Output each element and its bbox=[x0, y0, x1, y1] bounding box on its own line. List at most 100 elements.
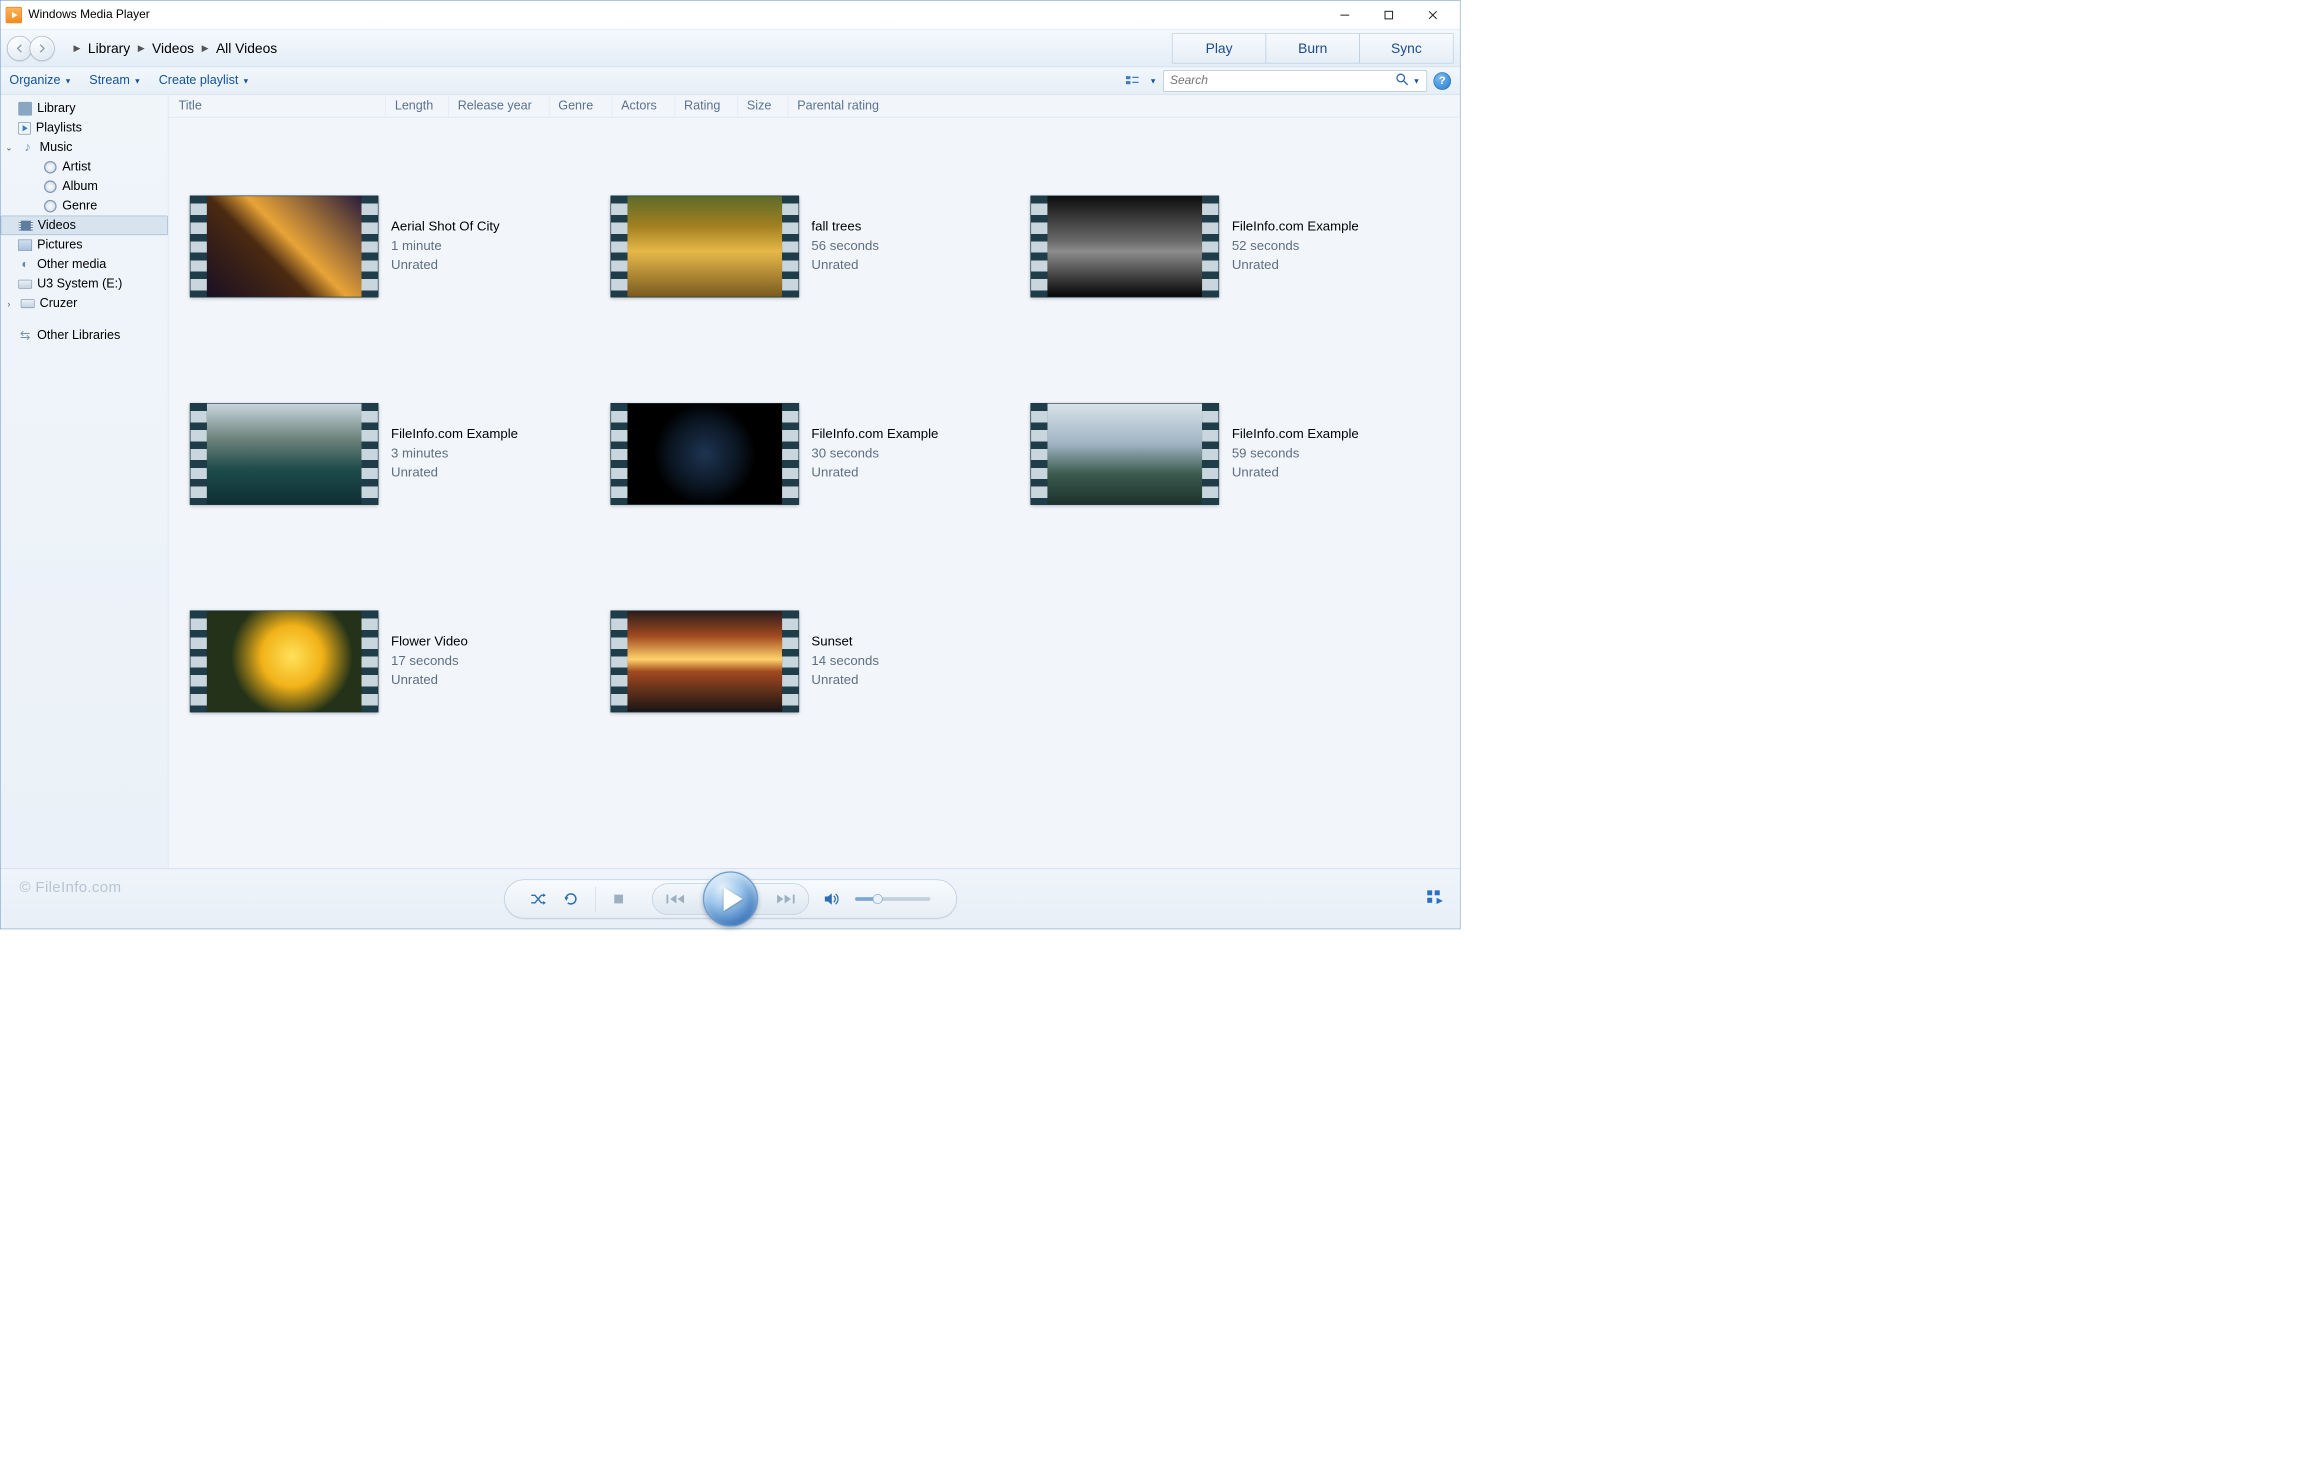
sidebar-item-videos[interactable]: Videos bbox=[1, 216, 168, 235]
video-title: Sunset bbox=[811, 633, 879, 652]
video-title: Aerial Shot Of City bbox=[391, 218, 500, 237]
volume-thumb[interactable] bbox=[873, 894, 883, 904]
crumb-sep-icon: ▶ bbox=[202, 43, 209, 54]
play-button[interactable] bbox=[703, 871, 758, 926]
volume-slider[interactable] bbox=[855, 897, 930, 901]
sidebar-item-artist[interactable]: Artist bbox=[1, 157, 168, 176]
stop-button[interactable] bbox=[612, 892, 625, 905]
chevron-down-icon[interactable]: ▼ bbox=[1413, 76, 1420, 85]
video-rating: Unrated bbox=[811, 671, 879, 690]
sidebar-item-cruzer[interactable]: ›Cruzer bbox=[1, 294, 168, 313]
video-rating: Unrated bbox=[811, 463, 938, 482]
video-item[interactable]: FileInfo.com Example59 secondsUnrated bbox=[1024, 350, 1444, 557]
video-item[interactable]: Sunset14 secondsUnrated bbox=[604, 558, 1024, 765]
col-length[interactable]: Length bbox=[386, 95, 449, 117]
video-length: 59 seconds bbox=[1232, 444, 1359, 463]
forward-button[interactable] bbox=[30, 36, 55, 61]
col-release[interactable]: Release year bbox=[449, 95, 550, 117]
col-parental[interactable]: Parental rating bbox=[788, 95, 1459, 117]
col-size[interactable]: Size bbox=[738, 95, 788, 117]
video-item[interactable]: Flower Video17 secondsUnrated bbox=[184, 558, 604, 765]
video-title: Flower Video bbox=[391, 633, 468, 652]
chevron-right-icon[interactable]: › bbox=[4, 298, 13, 308]
repeat-button[interactable] bbox=[563, 891, 579, 907]
video-thumbnail[interactable] bbox=[190, 403, 379, 505]
search-icon[interactable] bbox=[1395, 72, 1409, 90]
tab-sync[interactable]: Sync bbox=[1359, 33, 1453, 63]
sidebar-item-label: U3 System (E:) bbox=[37, 277, 122, 291]
sidebar-item-label: Other media bbox=[37, 257, 106, 271]
col-actors[interactable]: Actors bbox=[612, 95, 675, 117]
sidebar-item-label: Other Libraries bbox=[37, 328, 120, 342]
tab-play[interactable]: Play bbox=[1172, 33, 1266, 63]
shuffle-button[interactable] bbox=[530, 892, 546, 906]
sidebar-item-other-libraries[interactable]: ⇆ Other Libraries bbox=[1, 326, 168, 345]
video-item[interactable]: FileInfo.com Example3 minutesUnrated bbox=[184, 350, 604, 557]
video-item[interactable]: Aerial Shot Of City1 minuteUnrated bbox=[184, 143, 604, 350]
video-length: 17 seconds bbox=[391, 652, 468, 671]
video-meta: FileInfo.com Example30 secondsUnrated bbox=[811, 425, 938, 482]
video-length: 3 minutes bbox=[391, 444, 518, 463]
help-button[interactable]: ? bbox=[1433, 72, 1451, 90]
col-rating[interactable]: Rating bbox=[675, 95, 738, 117]
maximize-button[interactable] bbox=[1367, 0, 1411, 29]
disc-icon bbox=[43, 179, 57, 193]
video-thumbnail[interactable] bbox=[190, 196, 379, 298]
sidebar-item-genre[interactable]: Genre bbox=[1, 196, 168, 215]
chevron-down-icon[interactable]: ▼ bbox=[1149, 76, 1156, 85]
video-thumbnail[interactable] bbox=[610, 196, 799, 298]
chevron-down-icon[interactable]: ⌄ bbox=[4, 142, 13, 153]
sidebar-item-pictures[interactable]: Pictures bbox=[1, 235, 168, 254]
back-button[interactable] bbox=[7, 36, 32, 61]
col-title[interactable]: Title bbox=[179, 95, 386, 117]
previous-button[interactable] bbox=[665, 892, 685, 905]
tab-burn[interactable]: Burn bbox=[1266, 33, 1360, 63]
chevron-down-icon: ▼ bbox=[242, 76, 249, 85]
search-input[interactable] bbox=[1170, 74, 1395, 88]
breadcrumb: ▶ Library ▶ Videos ▶ All Videos bbox=[74, 40, 278, 56]
switch-now-playing-button[interactable] bbox=[1427, 890, 1445, 908]
crumb-allvideos[interactable]: All Videos bbox=[216, 40, 277, 56]
player-controls bbox=[504, 879, 957, 918]
app-window: Windows Media Player ▶ Library ▶ bbox=[0, 0, 1460, 929]
crumb-videos[interactable]: Videos bbox=[152, 40, 194, 56]
sidebar-item-other-media[interactable]: ◐ Other media bbox=[1, 255, 168, 274]
create-playlist-menu[interactable]: Create playlist▼ bbox=[159, 74, 250, 88]
video-item[interactable]: FileInfo.com Example52 secondsUnrated bbox=[1024, 143, 1444, 350]
picture-icon bbox=[18, 238, 32, 252]
video-thumbnail[interactable] bbox=[190, 610, 379, 712]
video-title: FileInfo.com Example bbox=[811, 425, 938, 444]
sidebar-item-label: Pictures bbox=[37, 238, 82, 252]
next-button[interactable] bbox=[776, 892, 796, 905]
video-thumbnail[interactable] bbox=[1031, 403, 1220, 505]
thumbnail-image bbox=[627, 404, 782, 505]
video-item[interactable]: FileInfo.com Example30 secondsUnrated bbox=[604, 350, 1024, 557]
video-item[interactable]: fall trees56 secondsUnrated bbox=[604, 143, 1024, 350]
sidebar-item-music[interactable]: ⌄♪Music bbox=[1, 138, 168, 157]
organize-menu[interactable]: Organize▼ bbox=[9, 74, 71, 88]
video-meta: fall trees56 secondsUnrated bbox=[811, 218, 879, 275]
other-libraries-icon: ⇆ bbox=[18, 328, 32, 342]
stream-menu[interactable]: Stream▼ bbox=[89, 74, 141, 88]
video-title: fall trees bbox=[811, 218, 879, 237]
video-title: FileInfo.com Example bbox=[1232, 425, 1359, 444]
video-rating: Unrated bbox=[811, 256, 879, 275]
col-genre[interactable]: Genre bbox=[549, 95, 612, 117]
view-options-button[interactable] bbox=[1125, 74, 1143, 88]
video-thumbnail[interactable] bbox=[1031, 196, 1220, 298]
thumbnail-image bbox=[207, 404, 362, 505]
sidebar-item-library[interactable]: Library bbox=[1, 99, 168, 118]
minimize-button[interactable] bbox=[1323, 0, 1367, 29]
video-thumbnail[interactable] bbox=[610, 610, 799, 712]
app-icon bbox=[6, 7, 22, 23]
close-button[interactable] bbox=[1411, 0, 1455, 29]
thumbnail-image bbox=[207, 196, 362, 297]
crumb-library[interactable]: Library bbox=[88, 40, 130, 56]
other-media-icon: ◐ bbox=[18, 257, 32, 271]
drive-icon bbox=[18, 277, 32, 291]
sidebar-item-playlists[interactable]: Playlists bbox=[1, 118, 168, 137]
sidebar-item-album[interactable]: Album bbox=[1, 177, 168, 196]
mute-button[interactable] bbox=[824, 892, 839, 906]
video-thumbnail[interactable] bbox=[610, 403, 799, 505]
sidebar-item-u3-system-e-[interactable]: U3 System (E:) bbox=[1, 274, 168, 293]
